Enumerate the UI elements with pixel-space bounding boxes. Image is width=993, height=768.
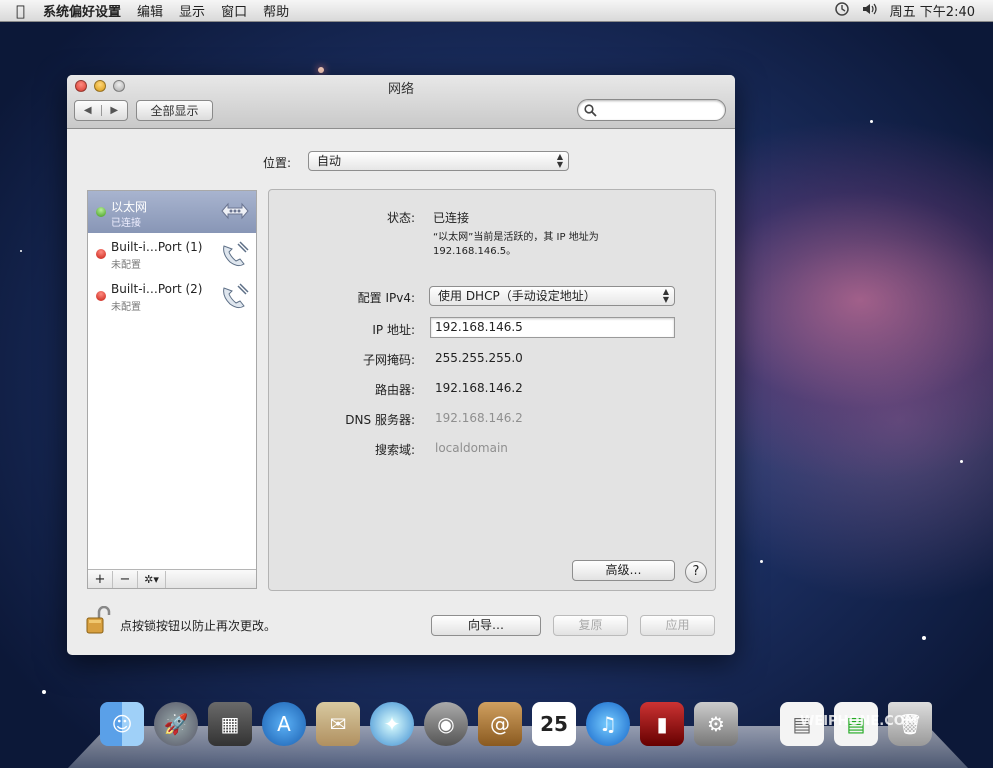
router-value: 192.168.146.2 <box>435 381 523 395</box>
star <box>318 67 324 73</box>
title-bar: 网络 ◀ ▶ 全部显示 <box>67 75 735 129</box>
finder-icon[interactable]: ☺ <box>100 702 144 746</box>
star <box>760 560 763 563</box>
service-list-toolbar: + − ✲▾ <box>88 569 256 588</box>
facetime-icon[interactable]: ◉ <box>424 702 468 746</box>
apply-button[interactable]: 应用 <box>640 615 715 636</box>
lock-hint-text: 点按锁按钮以防止再次更改。 <box>120 619 277 633</box>
service-item-builtin-port-1[interactable]: Built-i…Port (1) 未配置 <box>88 233 256 275</box>
remove-service-button[interactable]: − <box>113 570 138 588</box>
status-dot-red-icon <box>96 249 106 259</box>
ip-address-field[interactable]: 192.168.146.5 <box>430 317 675 338</box>
star <box>870 120 873 123</box>
search-domains-label: 搜索域: <box>374 443 415 457</box>
system-preferences-icon[interactable]: ⚙ <box>694 702 738 746</box>
menu-clock[interactable]: 周五 下午2:40 <box>890 1 975 20</box>
safari-icon[interactable]: ✦ <box>370 702 414 746</box>
subnet-mask-value: 255.255.255.0 <box>435 351 523 365</box>
menu-app-name[interactable]: 系统偏好设置 <box>35 1 129 20</box>
back-arrow-icon[interactable]: ◀ <box>75 105 102 116</box>
photo-booth-icon[interactable]: ▮ <box>640 702 684 746</box>
menu-help[interactable]: 帮助 <box>255 1 297 20</box>
location-value: 自动 <box>317 154 342 168</box>
search-field[interactable] <box>577 99 726 121</box>
search-domains-value: localdomain <box>435 441 508 455</box>
star <box>20 250 22 252</box>
show-all-button[interactable]: 全部显示 <box>136 100 213 121</box>
itunes-icon[interactable]: ♫ <box>586 702 630 746</box>
ipv4-value: 使用 DHCP（手动设定地址） <box>438 289 596 303</box>
app-store-icon[interactable]: A <box>262 702 306 746</box>
add-service-button[interactable]: + <box>88 570 113 588</box>
phone-modem-icon <box>220 240 250 271</box>
star <box>42 690 46 694</box>
calendar-day: 25 <box>540 712 568 736</box>
volume-icon[interactable] <box>862 2 878 20</box>
menu-edit[interactable]: 编辑 <box>129 1 171 20</box>
ethernet-icon <box>220 198 250 227</box>
forward-arrow-icon[interactable]: ▶ <box>102 105 128 116</box>
service-name: Built-i…Port (2) <box>111 282 203 296</box>
location-popup[interactable]: 自动 ▲ ▼ <box>308 151 569 171</box>
ipv4-label: 配置 IPv4: <box>357 291 415 305</box>
star <box>960 460 963 463</box>
router-label: 路由器: <box>374 383 415 397</box>
help-button[interactable]: ? <box>685 561 707 583</box>
apple-menu-icon[interactable]:  <box>0 2 35 20</box>
assist-me-button[interactable]: 向导… <box>431 615 541 636</box>
gear-menu-button[interactable]: ✲▾ <box>138 570 166 588</box>
time-machine-icon[interactable] <box>834 1 850 21</box>
menu-bar:  系统偏好设置 编辑 显示 窗口 帮助 周五 下午2:40 <box>0 0 993 22</box>
status-dot-red-icon <box>96 291 106 301</box>
mission-control-icon[interactable]: ▦ <box>208 702 252 746</box>
calendar-icon[interactable]: 25 <box>532 702 576 746</box>
phone-modem-icon <box>220 282 250 313</box>
star <box>922 636 926 640</box>
search-icon <box>584 104 597 117</box>
location-label: 位置: <box>263 156 292 170</box>
advanced-button[interactable]: 高级… <box>572 560 675 581</box>
status-value: 已连接 <box>433 211 470 225</box>
service-name: 以太网 <box>111 200 148 214</box>
service-name: Built-i…Port (1) <box>111 240 203 254</box>
service-list: 以太网 已连接 Built-i…Port (1) 未配置 Built-i…Por… <box>87 190 257 589</box>
menu-window[interactable]: 窗口 <box>213 1 255 20</box>
service-status: 已连接 <box>111 218 141 229</box>
dns-server-label: DNS 服务器: <box>345 413 415 427</box>
lock-icon[interactable] <box>85 605 113 639</box>
status-dot-green-icon <box>96 207 106 217</box>
service-status: 未配置 <box>111 260 141 271</box>
address-book-icon[interactable]: @ <box>478 702 522 746</box>
mail-icon[interactable]: ✉ <box>316 702 360 746</box>
configure-ipv4-popup[interactable]: 使用 DHCP（手动设定地址） ▲ ▼ <box>429 286 675 306</box>
popup-arrows-icon: ▲ ▼ <box>556 152 563 169</box>
popup-arrows-icon: ▲ ▼ <box>662 287 669 304</box>
back-forward-buttons: ◀ ▶ <box>74 100 128 121</box>
menu-view[interactable]: 显示 <box>171 1 213 20</box>
service-item-builtin-port-2[interactable]: Built-i…Port (2) 未配置 <box>88 275 256 317</box>
subnet-mask-label: 子网掩码: <box>362 353 415 367</box>
watermark: WEIPHONE.COM <box>800 714 918 729</box>
status-label: 状态: <box>386 211 415 225</box>
ip-address-label: IP 地址: <box>372 323 415 337</box>
service-item-ethernet[interactable]: 以太网 已连接 <box>88 191 256 233</box>
revert-button[interactable]: 复原 <box>553 615 628 636</box>
window-title: 网络 <box>387 82 414 97</box>
network-preferences-window: 网络 ◀ ▶ 全部显示 位置: 自动 ▲ ▼ 以太网 已连接 Built-i…Po… <box>67 75 735 655</box>
service-status: 未配置 <box>111 302 141 313</box>
dns-server-value: 192.168.146.2 <box>435 411 523 425</box>
dock: ☺ 🚀 ▦ A ✉ ✦ ◉ @ 25 ♫ ▮ ⚙ ▤ ▤ 🗑 <box>68 700 968 768</box>
detail-panel: 状态: 已连接 “以太网”当前是活跃的，其 IP 地址为 192.168.146… <box>268 189 716 591</box>
status-description: “以太网”当前是活跃的，其 IP 地址为 192.168.146.5。 <box>433 232 599 257</box>
launchpad-icon[interactable]: 🚀 <box>154 702 198 746</box>
